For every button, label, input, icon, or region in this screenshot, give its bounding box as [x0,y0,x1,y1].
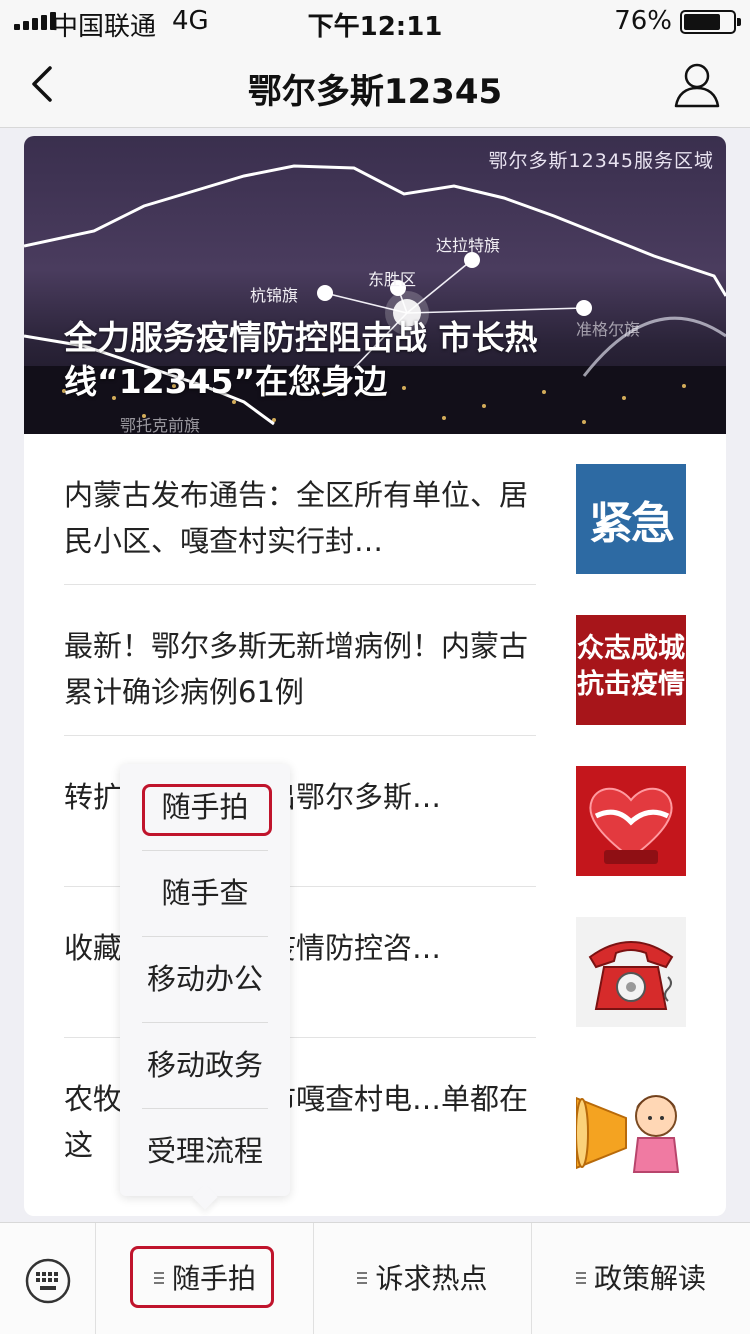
news-thumbnail [576,917,686,1027]
submenu-item-mobile-office[interactable]: 移动办公 [120,936,290,1022]
navigation-bar: 鄂尔多斯12345 [0,40,750,128]
map-label-hangjin: 杭锦旗 [250,286,299,305]
news-thumbnail [576,766,686,876]
news-thumbnail: 众志成城 抗击疫情 [576,615,686,725]
news-item[interactable]: 最新！鄂尔多斯无新增病例！内蒙古累计确诊病例61例 众志成城 抗击疫情 [24,585,726,736]
map-region-label: 鄂尔多斯12345服务区域 [488,150,714,172]
page-title: 鄂尔多斯12345 [247,72,503,112]
banner-headline: 全力服务疫情防控阻击战 市长热线“12345”在您身边 [64,318,538,401]
map-label-dalate: 达拉特旗 [436,236,501,255]
news-thumbnail: 紧急 [576,464,686,574]
megaphone-icon [576,1095,680,1173]
menu-lines-icon [153,1272,164,1284]
submenu-popup: 随手拍 随手查 移动办公 移动政务 受理流程 [120,764,290,1196]
tab-policy-interpretation[interactable]: 政策解读 [532,1223,750,1334]
heart-icon [589,787,673,864]
news-thumbnail [576,1068,686,1178]
telephone-icon [588,941,674,1010]
profile-button[interactable] [672,60,722,110]
battery-percent: 76% [614,6,672,36]
submenu-item-suishoupai[interactable]: 随手拍 [120,764,290,850]
status-bar: 中国联通 4G 下午12:11 76% [0,0,750,42]
bottom-menu-bar: 随手拍 诉求热点 政策解读 [0,1222,750,1334]
tab-suishoupai[interactable]: 随手拍 [97,1223,313,1334]
map-label-etuokeqian: 鄂托克前旗 [120,416,201,434]
news-title: 内蒙古发布通告：全区所有单位、居民小区、嘎查村实行封… [64,478,529,558]
map-label-dongsheng: 东胜区 [368,270,417,289]
banner[interactable]: 鄂尔多斯12345服务区域 达拉特旗 东胜区 杭锦旗 准格尔旗 鄂托克前旗 全力… [24,136,726,434]
keyboard-toggle-button[interactable] [0,1223,96,1334]
submenu-item-suishoucha[interactable]: 随手查 [120,850,290,936]
menu-lines-icon [357,1272,368,1284]
tab-appeal-hotspots[interactable]: 诉求热点 [314,1223,531,1334]
keyboard-icon [25,1258,71,1304]
person-icon [674,63,720,108]
submenu-item-process[interactable]: 受理流程 [120,1108,290,1194]
battery-icon [680,10,741,34]
menu-lines-icon [575,1272,586,1284]
submenu-item-mobile-government[interactable]: 移动政务 [120,1022,290,1108]
news-title: 最新！鄂尔多斯无新增病例！内蒙古累计确诊病例61例 [64,629,529,709]
news-item[interactable]: 内蒙古发布通告：全区所有单位、居民小区、嘎查村实行封… 紧急 [24,434,726,585]
